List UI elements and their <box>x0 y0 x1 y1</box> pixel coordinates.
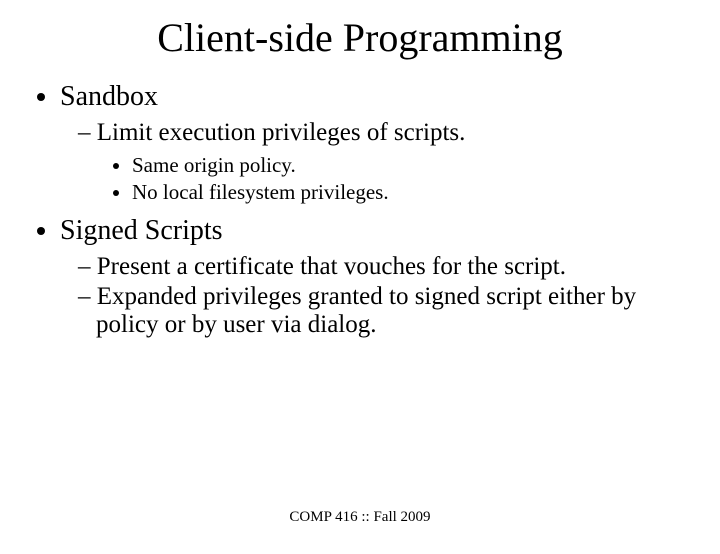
slide: Client-side Programming Sandbox Limit ex… <box>0 14 720 554</box>
subsub-bullet: No local filesystem privileges. <box>132 180 680 205</box>
bullet-text: No local filesystem privileges. <box>132 180 389 204</box>
bullet-text: Sandbox <box>60 81 158 112</box>
bullet-text: Present a certificate that vouches for t… <box>97 253 566 280</box>
sub-bullet: Expanded privileges granted to signed sc… <box>78 283 680 339</box>
bullet-text: Signed Scripts <box>60 215 223 246</box>
sub-list: Present a certificate that vouches for t… <box>78 253 680 339</box>
slide-title: Client-side Programming <box>0 14 720 61</box>
bullet-signed-scripts: Signed Scripts Present a certificate tha… <box>60 215 680 339</box>
bullet-text: Same origin policy. <box>132 153 296 177</box>
slide-footer: COMP 416 :: Fall 2009 <box>0 509 720 526</box>
sub-bullet: Present a certificate that vouches for t… <box>78 253 680 281</box>
sub-list: Limit execution privileges of scripts. S… <box>78 119 680 205</box>
sub-bullet: Limit execution privileges of scripts. S… <box>78 119 680 205</box>
subsub-bullet: Same origin policy. <box>132 153 680 178</box>
bullet-text: Limit execution privileges of scripts. <box>97 119 466 146</box>
subsub-list: Same origin policy. No local filesystem … <box>132 153 680 205</box>
bullet-text: Expanded privileges granted to signed sc… <box>96 283 636 338</box>
bullet-sandbox: Sandbox Limit execution privileges of sc… <box>60 81 680 205</box>
bullet-list: Sandbox Limit execution privileges of sc… <box>40 81 720 339</box>
